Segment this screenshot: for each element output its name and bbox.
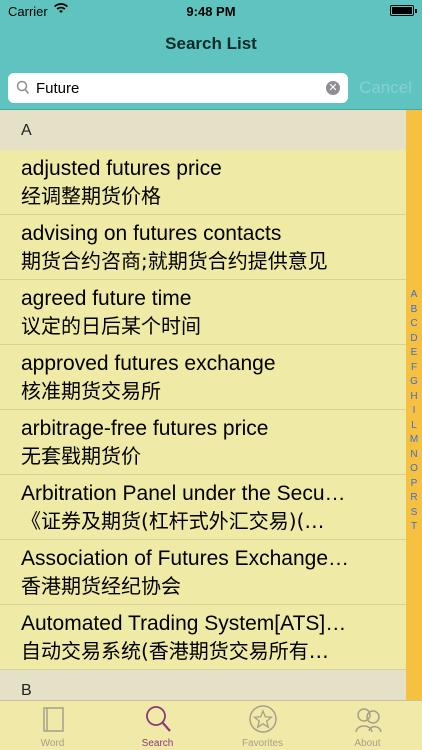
navigation-bar: Search List: [0, 22, 422, 66]
list-item[interactable]: Arbitration Panel under the Secu… 《证券及期货…: [0, 475, 406, 540]
clock: 9:48 PM: [186, 4, 236, 19]
index-letter[interactable]: D: [406, 332, 422, 347]
index-letter[interactable]: E: [406, 346, 422, 361]
section-header-b: B: [0, 670, 406, 700]
search-field[interactable]: ✕: [8, 73, 348, 103]
tab-search[interactable]: Search: [105, 701, 210, 750]
list-item[interactable]: adjusted futures price 经调整期货价格: [0, 150, 406, 215]
term-chinese: 自动交易系统(香港期货交易所有…: [21, 639, 329, 663]
index-letter[interactable]: P: [406, 477, 422, 492]
index-letter[interactable]: C: [406, 317, 422, 332]
tab-label: Search: [141, 738, 174, 749]
search-bar: ✕ Cancel: [0, 66, 422, 110]
list-item[interactable]: advising on futures contacts 期货合约咨商;就期货合…: [0, 215, 406, 280]
index-letter[interactable]: A: [406, 288, 422, 303]
tab-bar: Word Search Favorites About: [0, 700, 422, 750]
status-bar: Carrier 9:48 PM: [0, 0, 422, 22]
book-icon: [38, 704, 68, 734]
term-chinese: 《证券及期货(杠杆式外汇交易)(…: [21, 509, 325, 533]
tab-word[interactable]: Word: [0, 701, 105, 750]
list-item[interactable]: arbitrage-free futures price 无套戥期货价: [0, 410, 406, 475]
search-icon: [143, 704, 173, 734]
index-letter[interactable]: F: [406, 361, 422, 376]
list-item[interactable]: approved futures exchange 核准期货交易所: [0, 345, 406, 410]
search-input[interactable]: [36, 77, 326, 99]
term-english: adjusted futures price: [21, 157, 222, 180]
term-english: approved futures exchange: [21, 352, 276, 375]
list-item[interactable]: agreed future time 议定的日后某个时间: [0, 280, 406, 345]
tab-about[interactable]: About: [315, 701, 420, 750]
page-title: Search List: [165, 34, 257, 53]
index-letter[interactable]: M: [406, 433, 422, 448]
tab-favorites[interactable]: Favorites: [210, 701, 315, 750]
index-letter[interactable]: B: [406, 303, 422, 318]
index-letter[interactable]: H: [406, 390, 422, 405]
term-chinese: 经调整期货价格: [21, 184, 161, 208]
term-english: advising on futures contacts: [21, 222, 282, 245]
section-header-a: A: [0, 110, 406, 150]
list-item[interactable]: Association of Futures Exchange… 香港期货经纪协…: [0, 540, 406, 605]
tab-label: Favorites: [241, 738, 284, 749]
about-icon: [353, 704, 383, 734]
term-chinese: 香港期货经纪协会: [21, 574, 181, 598]
index-letter[interactable]: T: [406, 520, 422, 535]
tab-label: Word: [40, 738, 65, 749]
index-letter[interactable]: R: [406, 491, 422, 506]
index-letter[interactable]: G: [406, 375, 422, 390]
term-english: arbitrage-free futures price: [21, 417, 269, 440]
term-chinese: 议定的日后某个时间: [21, 314, 201, 338]
term-chinese: 期货合约咨商;就期货合约提供意见: [21, 249, 328, 273]
list-item[interactable]: Automated Trading System[ATS]… 自动交易系统(香港…: [0, 605, 406, 670]
battery-icon: [390, 5, 417, 16]
clear-icon[interactable]: ✕: [326, 81, 340, 95]
search-icon: [16, 80, 30, 101]
star-icon: [248, 704, 278, 734]
index-letter[interactable]: I: [406, 404, 422, 419]
search-results-list[interactable]: A adjusted futures price 经调整期货价格 advisin…: [0, 110, 406, 700]
cancel-button[interactable]: Cancel: [359, 78, 412, 98]
term-chinese: 无套戥期货价: [21, 444, 141, 468]
alphabet-index[interactable]: A B C D E F G H I L M N O P R S T: [406, 110, 422, 700]
index-letter[interactable]: L: [406, 419, 422, 434]
index-letter[interactable]: N: [406, 448, 422, 463]
term-english: Automated Trading System[ATS]…: [21, 612, 347, 635]
index-letter[interactable]: S: [406, 506, 422, 521]
index-letter[interactable]: O: [406, 462, 422, 477]
tab-label: About: [354, 738, 381, 749]
term-chinese: 核准期货交易所: [21, 379, 161, 403]
term-english: Association of Futures Exchange…: [21, 547, 350, 570]
term-english: agreed future time: [21, 287, 192, 310]
term-english: Arbitration Panel under the Secu…: [21, 482, 346, 505]
